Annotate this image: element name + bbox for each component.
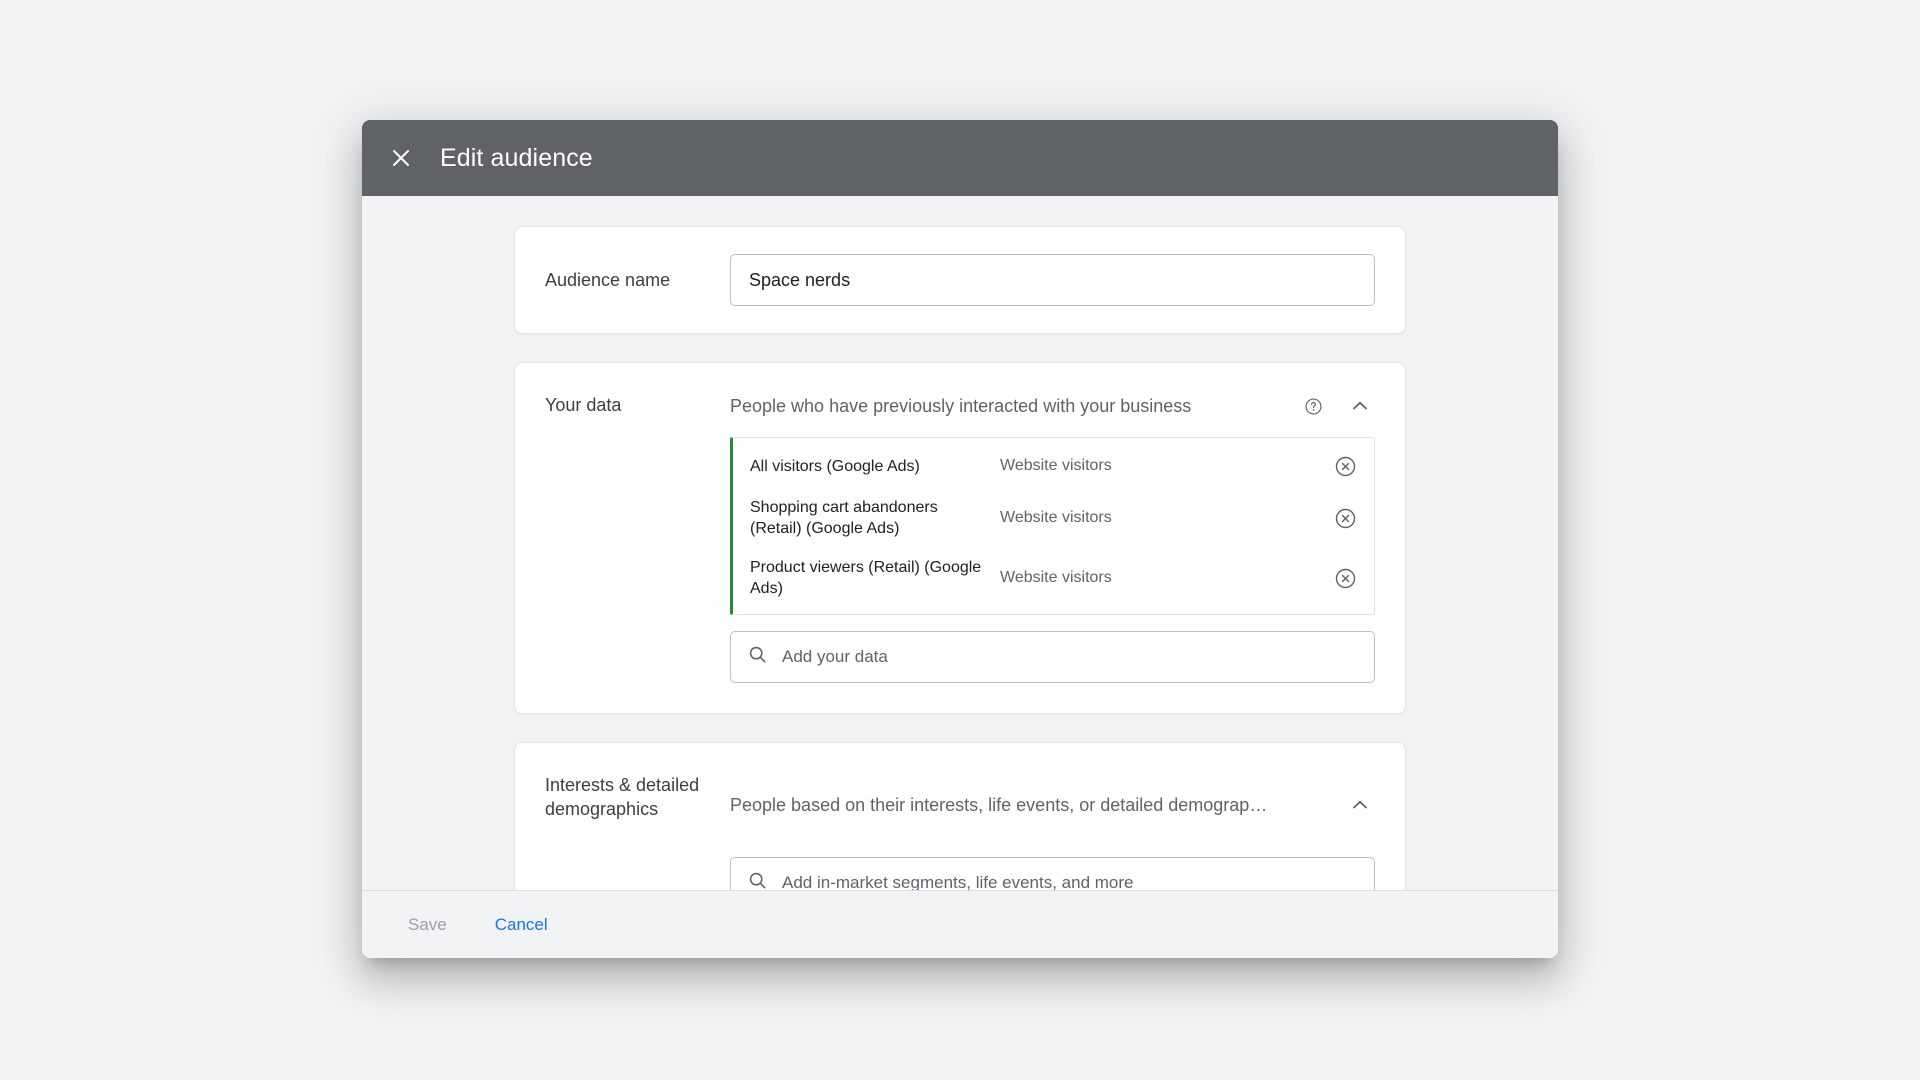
- your-data-description: People who have previously interacted wi…: [730, 395, 1192, 416]
- dialog-footer: Save Cancel: [362, 890, 1558, 958]
- your-data-label: Your data: [545, 395, 622, 415]
- selected-item-name: Product viewers (Retail) (Google Ads): [750, 559, 982, 597]
- list-item[interactable]: Shopping cart abandoners (Retail) (Googl…: [733, 488, 1374, 548]
- search-icon: [747, 644, 768, 670]
- add-interests-placeholder: Add in-market segments, life events, and…: [782, 873, 1134, 890]
- edit-audience-dialog: Edit audience Audience name Space nerds …: [362, 120, 1558, 958]
- close-circle-icon[interactable]: [1332, 565, 1358, 591]
- add-interests-search-input[interactable]: Add in-market segments, life events, and…: [730, 857, 1375, 890]
- add-your-data-placeholder: Add your data: [782, 647, 888, 666]
- interests-collapse-chevron-up-icon[interactable]: [1345, 790, 1375, 820]
- interests-demographics-card: Interests & detailed demographics People…: [514, 742, 1406, 890]
- selected-item-name: All visitors (Google Ads): [750, 457, 920, 475]
- dialog-title: Edit audience: [440, 143, 593, 172]
- audience-name-value: Space nerds: [749, 269, 851, 290]
- dialog-header: Edit audience: [362, 120, 1558, 196]
- selected-item-type: Website visitors: [1000, 509, 1112, 526]
- list-item[interactable]: All visitors (Google Ads) Website visito…: [733, 444, 1374, 488]
- search-icon: [747, 870, 768, 890]
- audience-name-input[interactable]: Space nerds: [730, 254, 1375, 306]
- close-icon[interactable]: [384, 141, 418, 175]
- interests-header-row: People based on their interests, life ev…: [730, 769, 1375, 841]
- your-data-content: People who have previously interacted wi…: [730, 389, 1375, 683]
- close-circle-icon[interactable]: [1332, 505, 1358, 531]
- your-data-selected-list: All visitors (Google Ads) Website visito…: [730, 437, 1375, 615]
- interests-description: People based on their interests, life ev…: [730, 794, 1268, 815]
- interests-label: Interests & detailed demographics: [545, 775, 700, 819]
- dialog-body: Audience name Space nerds Your data Peop…: [362, 196, 1558, 890]
- selected-item-type: Website visitors: [1000, 457, 1112, 474]
- screen-root: Edit audience Audience name Space nerds …: [0, 0, 1920, 1080]
- audience-name-card: Audience name Space nerds: [514, 226, 1406, 334]
- your-data-card: Your data People who have previously int…: [514, 362, 1406, 714]
- interests-content: People based on their interests, life ev…: [730, 769, 1375, 890]
- list-item[interactable]: Product viewers (Retail) (Google Ads) We…: [733, 548, 1374, 608]
- audience-name-label: Audience name: [545, 270, 671, 290]
- save-button[interactable]: Save: [392, 906, 463, 944]
- your-data-header-row: People who have previously interacted wi…: [730, 389, 1375, 423]
- selected-item-type: Website visitors: [1000, 569, 1112, 586]
- selected-item-name: Shopping cart abandoners (Retail) (Googl…: [750, 499, 938, 537]
- help-circle-icon[interactable]: [1303, 396, 1323, 416]
- cancel-button[interactable]: Cancel: [479, 906, 564, 944]
- your-data-collapse-chevron-up-icon[interactable]: [1345, 391, 1375, 421]
- add-your-data-search-input[interactable]: Add your data: [730, 631, 1375, 683]
- close-circle-icon[interactable]: [1332, 453, 1358, 479]
